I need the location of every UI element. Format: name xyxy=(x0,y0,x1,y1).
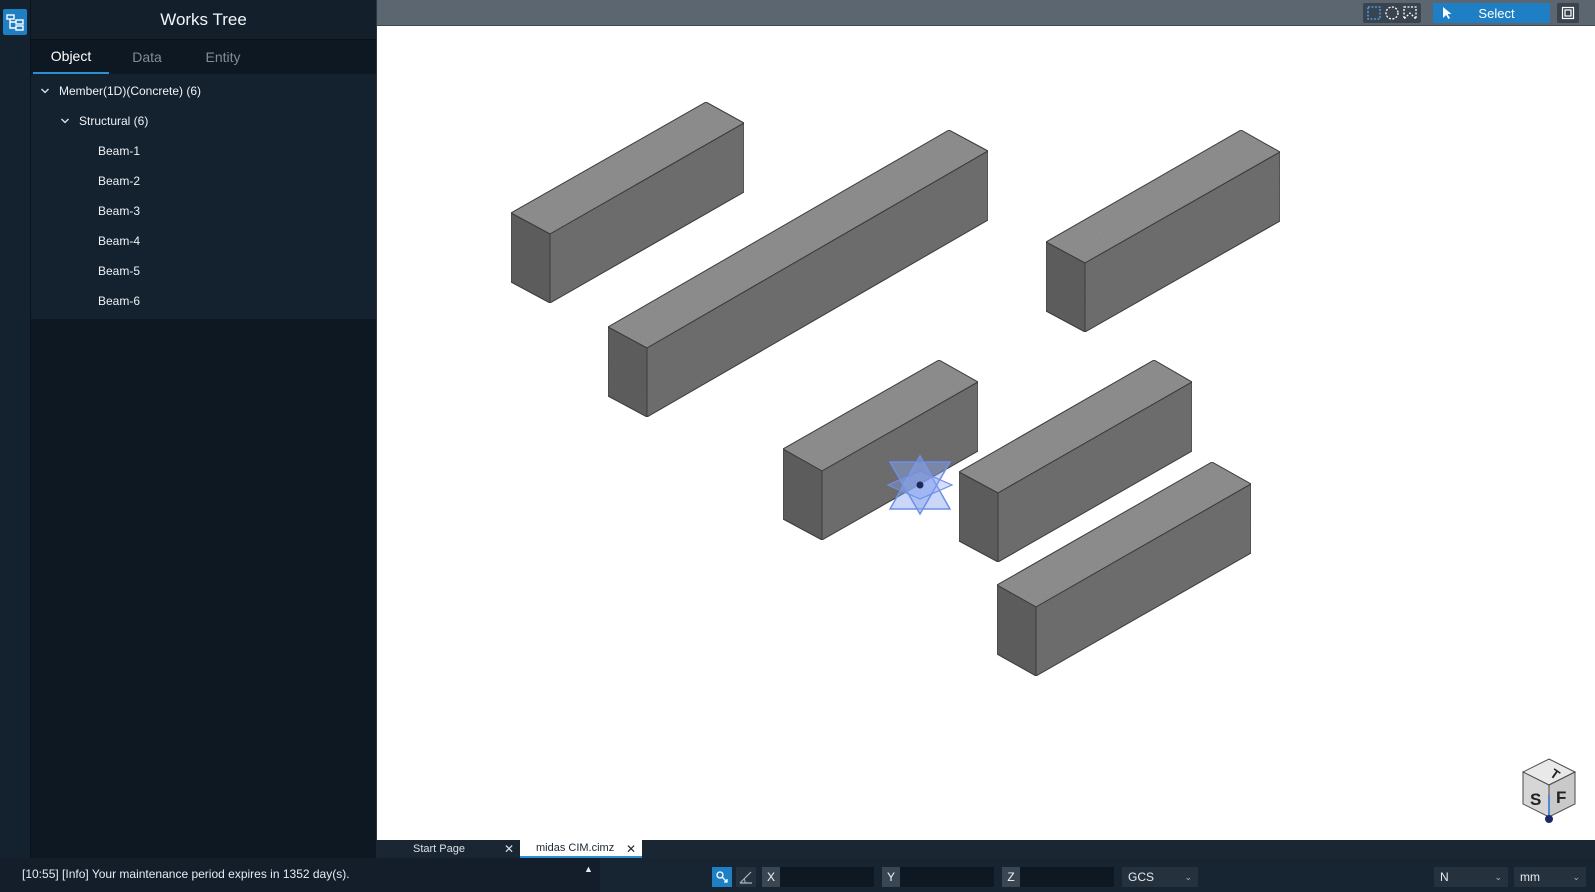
panel-title: Works Tree xyxy=(31,0,376,40)
chevron-down-icon[interactable] xyxy=(39,85,51,97)
tree-subgroup-structural[interactable]: Structural (6) xyxy=(31,106,376,136)
tree-subgroup-label: Structural (6) xyxy=(79,114,149,128)
chevron-down-icon: ⌄ xyxy=(1572,871,1580,882)
panel-tabs: Object Data Entity xyxy=(31,40,376,74)
left-rail xyxy=(0,0,31,858)
close-icon[interactable]: ✕ xyxy=(626,842,636,856)
pivot-gizmo-icon[interactable] xyxy=(886,454,954,516)
circle-select-icon[interactable] xyxy=(1384,5,1400,21)
tab-entity[interactable]: Entity xyxy=(185,40,261,74)
y-coord-input[interactable] xyxy=(900,867,994,887)
tree-icon xyxy=(6,14,24,31)
length-unit-value: mm xyxy=(1520,870,1540,884)
selection-mode-group xyxy=(1363,3,1421,23)
tree-group-label: Member(1D)(Concrete) (6) xyxy=(59,84,202,98)
cursor-icon xyxy=(1443,7,1452,19)
tree-item-beam-6[interactable]: Beam-6 xyxy=(31,286,376,316)
tree-item-beam-2[interactable]: Beam-2 xyxy=(31,166,376,196)
tab-object[interactable]: Object xyxy=(33,40,109,74)
tree-item-beam-1[interactable]: Beam-1 xyxy=(31,136,376,166)
force-unit-value: N xyxy=(1440,870,1449,884)
tree-item-beam-5[interactable]: Beam-5 xyxy=(31,256,376,286)
doc-tab-start-page[interactable]: Start Page ✕ xyxy=(376,840,520,858)
chevron-down-icon: ⌄ xyxy=(1494,871,1502,882)
object-tree: Member(1D)(Concrete) (6) Structural (6) … xyxy=(31,74,376,319)
viewport-toolbar: Select xyxy=(377,0,1595,26)
status-bar: [10:55] [Info] Your maintenance period e… xyxy=(0,858,1595,892)
chevron-down-icon: ⌄ xyxy=(1184,871,1192,882)
z-coord-input[interactable] xyxy=(1020,867,1114,887)
window-icon xyxy=(1561,6,1575,20)
coord-system-select[interactable]: GCS ⌄ xyxy=(1122,867,1198,887)
box-select-icon[interactable] xyxy=(1366,5,1382,21)
tab-data[interactable]: Data xyxy=(109,40,185,74)
coord-system-value: GCS xyxy=(1128,870,1155,884)
z-coord-label: Z xyxy=(1002,867,1020,887)
tree-group-member[interactable]: Member(1D)(Concrete) (6) xyxy=(31,76,376,106)
snap-icon xyxy=(716,871,728,883)
coordinate-bar: X Y Z GCS ⌄ N ⌄ mm ⌄ xyxy=(600,858,1595,892)
select-button-label: Select xyxy=(1478,5,1515,21)
tree-item-beam-3[interactable]: Beam-3 xyxy=(31,196,376,226)
app-window: Works Tree Object Data Entity Member(1D)… xyxy=(0,0,1595,892)
document-tabs: Start Page ✕ midas CIM.cimz ✕ xyxy=(376,840,1595,858)
model-scene[interactable] xyxy=(377,26,1595,840)
model-viewport[interactable]: Select T S F xyxy=(376,0,1595,840)
snap-button[interactable] xyxy=(712,867,732,887)
y-coord-label: Y xyxy=(882,867,900,887)
status-message: [10:55] [Info] Your maintenance period e… xyxy=(22,867,350,881)
chevron-down-icon[interactable] xyxy=(59,115,71,127)
ortho-button[interactable] xyxy=(736,867,756,887)
doc-tab-midas-cim[interactable]: midas CIM.cimz ✕ xyxy=(520,840,642,858)
view-cube-icon[interactable]: T S F xyxy=(1517,755,1581,827)
select-button[interactable]: Select xyxy=(1433,3,1550,23)
caret-up-icon[interactable]: ▲ xyxy=(584,864,593,874)
polygon-select-icon[interactable] xyxy=(1402,5,1418,21)
viewcube-side-label: S xyxy=(1530,790,1541,809)
doc-tab-label: Start Page xyxy=(413,843,465,855)
viewcube-front-label: F xyxy=(1556,788,1566,807)
beam-4[interactable] xyxy=(781,359,980,541)
works-tree-panel: Works Tree Object Data Entity Member(1D)… xyxy=(31,0,376,858)
doc-tab-label: midas CIM.cimz xyxy=(536,842,615,854)
ortho-angle-icon xyxy=(739,871,752,884)
force-unit-select[interactable]: N ⌄ xyxy=(1434,867,1508,887)
x-coord-input[interactable] xyxy=(780,867,874,887)
beam-3[interactable] xyxy=(1044,129,1282,333)
x-coord-label: X xyxy=(762,867,780,887)
length-unit-select[interactable]: mm ⌄ xyxy=(1514,867,1586,887)
tree-item-beam-4[interactable]: Beam-4 xyxy=(31,226,376,256)
works-tree-toggle-button[interactable] xyxy=(3,9,27,35)
window-layout-button[interactable] xyxy=(1557,3,1579,23)
close-icon[interactable]: ✕ xyxy=(504,842,514,856)
